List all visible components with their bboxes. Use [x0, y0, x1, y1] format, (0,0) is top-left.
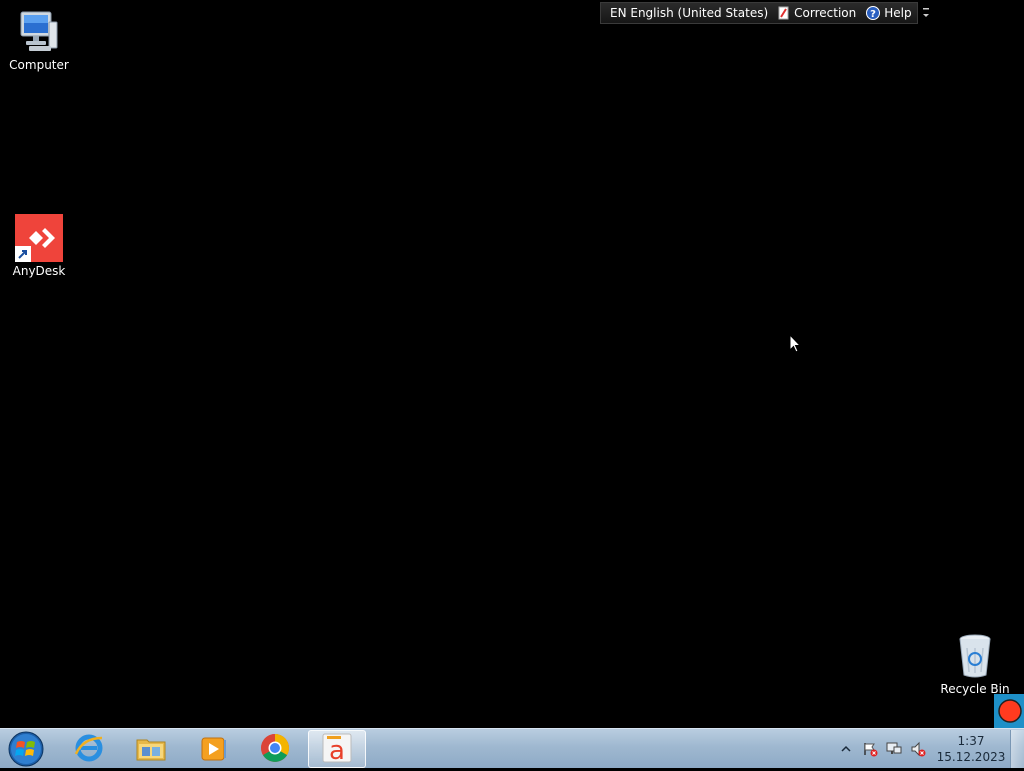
language-label: EN English (United States) — [610, 6, 769, 20]
network-icon[interactable] — [886, 741, 902, 757]
language-selector[interactable]: EN English (United States) — [610, 6, 768, 20]
clock-date: 15.12.2023 — [936, 750, 1006, 764]
desktop-icon-label: AnyDesk — [12, 264, 66, 278]
desktop-icon-computer[interactable]: Computer — [1, 8, 77, 72]
correction-button[interactable]: Correction — [778, 6, 856, 20]
langbar-minimize-icon[interactable] — [922, 5, 930, 21]
action-center-flag-icon[interactable] — [862, 741, 878, 757]
show-desktop-button[interactable] — [1010, 730, 1024, 768]
help-button[interactable]: ? Help — [866, 6, 912, 20]
recycle-bin-icon — [951, 632, 999, 680]
correction-label: Correction — [794, 6, 857, 20]
language-bar: EN English (United States) Correction ? … — [600, 2, 929, 24]
taskbar-app-a[interactable]: a — [308, 730, 366, 768]
help-label: Help — [884, 6, 912, 20]
desktop-icon-label: Computer — [9, 58, 69, 72]
svg-text:?: ? — [870, 9, 876, 20]
show-hidden-icons-icon[interactable] — [838, 745, 854, 753]
system-tray — [838, 729, 926, 769]
taskbar-media-player[interactable] — [184, 730, 242, 768]
taskbar-internet-explorer[interactable] — [60, 730, 118, 768]
computer-icon — [15, 8, 63, 56]
desktop-icon-recycle-bin[interactable]: Recycle Bin — [937, 632, 1013, 696]
folder-icon — [135, 732, 167, 767]
app-a-icon: a — [321, 732, 353, 767]
desktop-icon-anydesk[interactable]: AnyDesk — [1, 214, 77, 278]
taskbar-clock[interactable]: 1:37 15.12.2023 — [936, 733, 1006, 765]
internet-explorer-icon — [73, 732, 105, 767]
anydesk-icon — [15, 214, 63, 262]
clock-time: 1:37 — [957, 734, 985, 748]
taskbar-chrome[interactable] — [246, 730, 304, 768]
desktop: Computer AnyDesk Recycle Bin EN English … — [0, 0, 1024, 728]
taskbar: a 1:37 15.12.2023 — [0, 728, 1024, 768]
media-player-icon — [197, 732, 229, 767]
correction-icon — [778, 6, 790, 20]
chrome-icon — [259, 732, 291, 767]
record-indicator[interactable] — [994, 694, 1024, 728]
help-icon: ? — [866, 6, 881, 20]
volume-muted-icon[interactable] — [910, 741, 926, 757]
mouse-cursor-icon — [789, 333, 802, 357]
start-button[interactable] — [6, 730, 46, 768]
svg-text:a: a — [329, 736, 345, 764]
taskbar-windows-explorer[interactable] — [122, 730, 180, 768]
